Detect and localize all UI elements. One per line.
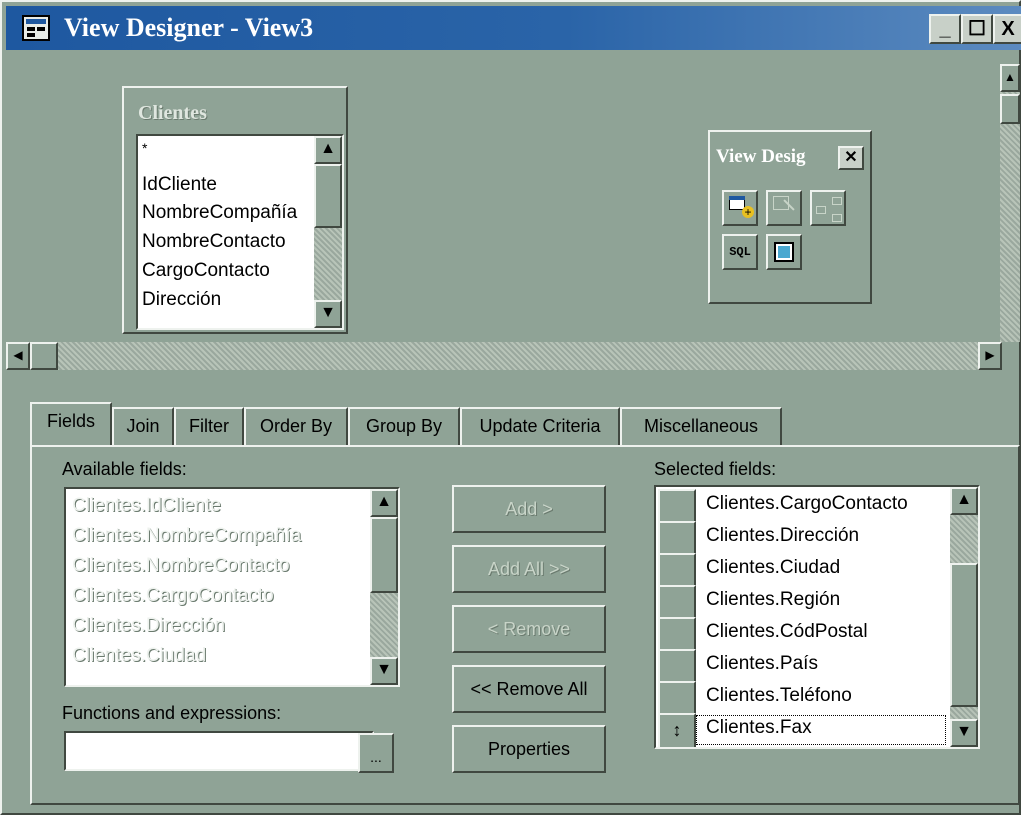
list-item[interactable]: Clientes.Región (706, 589, 840, 611)
tab-miscellaneous[interactable]: Miscellaneous (620, 407, 782, 447)
scroll-down-arrow-icon[interactable]: ▼ (314, 300, 342, 328)
scroll-thumb[interactable] (30, 342, 58, 370)
scroll-thumb[interactable] (370, 517, 398, 593)
list-item[interactable]: IdCliente (142, 174, 217, 196)
list-item[interactable]: Clientes.Dirección (706, 525, 859, 547)
scroll-right-arrow-icon[interactable]: ▶ (978, 342, 1002, 370)
row-mover-button[interactable] (658, 553, 696, 589)
list-item[interactable]: Clientes.Ciudad (706, 557, 840, 579)
available-fields-label: Available fields: (62, 459, 187, 479)
maximize-button[interactable]: ☐ (961, 14, 993, 44)
remove-button[interactable]: < Remove (452, 605, 606, 653)
functions-label: Functions and expressions: (62, 703, 282, 723)
toolbar-close-button[interactable]: ✕ (838, 146, 864, 170)
row-mover-button[interactable] (658, 521, 696, 557)
scroll-left-arrow-icon[interactable]: ◀ (6, 342, 30, 370)
properties-button[interactable]: Properties (452, 725, 606, 773)
row-mover-button[interactable] (658, 585, 696, 621)
scroll-down-arrow-icon[interactable]: ▼ (370, 657, 398, 685)
list-item[interactable]: * (142, 140, 147, 156)
query-options-icon[interactable] (766, 234, 802, 270)
scroll-thumb[interactable] (1000, 94, 1020, 124)
functions-expression-input[interactable] (64, 731, 374, 771)
view-designer-toolbar[interactable]: View Desig ✕ + SQL (708, 130, 872, 304)
tab-fields[interactable]: Fields (30, 402, 112, 448)
list-item[interactable]: Clientes.NombreCompañía (72, 525, 301, 547)
tab-update-criteria[interactable]: Update Criteria (460, 407, 620, 447)
scroll-up-arrow-icon[interactable]: ▲ (950, 487, 978, 515)
table-box-title: Clientes (138, 102, 207, 124)
view-designer-app-icon (22, 15, 50, 41)
table-box-clientes[interactable]: Clientes * IdCliente NombreCompañía Nomb… (122, 86, 348, 334)
design-vertical-scrollbar[interactable]: ▲ (1000, 64, 1020, 342)
title-bar[interactable]: View Designer - View3 _ ☐ X (6, 6, 1021, 50)
expression-builder-button[interactable]: ... (358, 733, 394, 773)
window-title: View Designer - View3 (64, 13, 314, 42)
tab-group-by[interactable]: Group By (348, 407, 460, 447)
selected-fields-list[interactable]: Clientes.CargoContacto Clientes.Direcció… (654, 485, 980, 749)
list-item[interactable]: Clientes.CargoContacto (706, 493, 908, 515)
list-item[interactable]: Clientes.País (706, 653, 818, 675)
list-item[interactable]: Clientes.Dirección (72, 615, 225, 637)
table-field-list[interactable]: * IdCliente NombreCompañía NombreContact… (136, 134, 344, 330)
row-mover-button[interactable] (658, 489, 696, 525)
tab-join[interactable]: Join (112, 407, 174, 447)
list-item[interactable]: Clientes.Ciudad (72, 645, 206, 667)
tab-order-by[interactable]: Order By (244, 407, 348, 447)
scroll-up-arrow-icon[interactable]: ▲ (1000, 64, 1020, 92)
scroll-thumb[interactable] (950, 563, 978, 707)
close-button[interactable]: X (993, 14, 1021, 44)
row-mover-button[interactable] (658, 649, 696, 685)
scroll-up-arrow-icon[interactable]: ▲ (370, 489, 398, 517)
list-item[interactable]: Clientes.IdCliente (72, 495, 221, 517)
add-join-icon (810, 190, 846, 226)
row-mover-button[interactable] (658, 617, 696, 653)
scroll-down-arrow-icon[interactable]: ▼ (950, 719, 978, 747)
list-item[interactable]: Dirección (142, 289, 221, 311)
list-item[interactable]: CargoContacto (142, 260, 270, 282)
row-mover-button[interactable] (658, 681, 696, 717)
list-item[interactable]: Clientes.CódPostal (706, 621, 868, 643)
list-item[interactable]: Clientes.Teléfono (706, 685, 852, 707)
list-item[interactable]: NombreContacto (142, 231, 286, 253)
design-horizontal-scrollbar[interactable]: ◀ ▶ (6, 342, 1002, 370)
add-button[interactable]: Add > (452, 485, 606, 533)
list-item[interactable]: Clientes.CargoContacto (72, 585, 274, 607)
add-table-icon[interactable]: + (722, 190, 758, 226)
sql-icon[interactable]: SQL (722, 234, 758, 270)
remove-table-icon (766, 190, 802, 226)
available-fields-scrollbar[interactable]: ▲ ▼ (370, 489, 398, 685)
remove-all-button[interactable]: << Remove All (452, 665, 606, 713)
fields-tab-panel: Available fields: Clientes.IdCliente Cli… (30, 445, 1020, 805)
table-field-scrollbar[interactable]: ▲ ▼ (314, 136, 342, 328)
toolbar-title: View Desig (716, 146, 806, 167)
list-item[interactable]: NombreCompañía (142, 202, 297, 224)
tab-filter[interactable]: Filter (174, 407, 244, 447)
list-item[interactable]: Clientes.NombreContacto (72, 555, 290, 577)
minimize-button[interactable]: _ (929, 14, 961, 44)
selected-fields-scrollbar[interactable]: ▲ ▼ (950, 487, 978, 747)
add-all-button[interactable]: Add All >> (452, 545, 606, 593)
selected-fields-label: Selected fields: (654, 459, 777, 479)
view-designer-window: View Designer - View3 _ ☐ X Clientes * I… (0, 0, 1021, 815)
available-fields-list[interactable]: Clientes.IdCliente Clientes.NombreCompañ… (64, 487, 400, 687)
scroll-up-arrow-icon[interactable]: ▲ (314, 136, 342, 164)
list-item[interactable]: Clientes.Fax (706, 717, 812, 739)
scroll-thumb[interactable] (314, 164, 342, 228)
row-mover-icon[interactable]: ↕ (658, 713, 696, 747)
